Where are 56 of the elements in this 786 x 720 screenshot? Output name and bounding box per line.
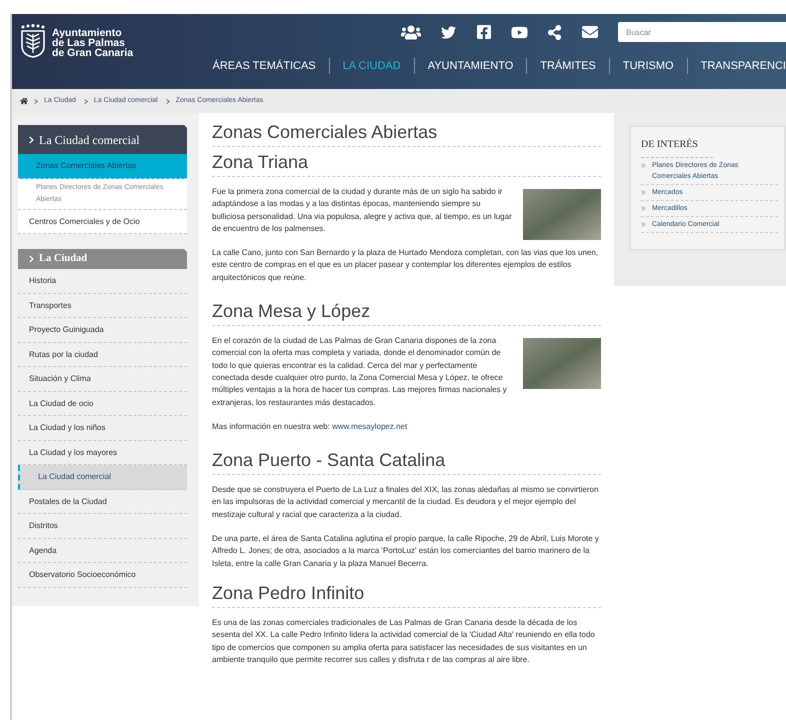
sidebar-heading-text: La Ciudad comercial	[39, 132, 140, 148]
chevron-icon	[166, 98, 170, 104]
nav-tab[interactable]: TURISMO	[622, 58, 674, 74]
body-paragraph: En el corazón de la ciudad de Las Palmas de Gran Canaria dispones de la zona comercial con la oferta mas completa y variada, donde el denominador común de todo lo que quieras encontrar es la calidad. Cerca del mar y perfectamente conectada desde cualquier otro punto, la Zona Comercial Mesa y López, te ofrece múltiples ventajas a la hora de hacer tus compras. Las mejores firmas nacionales y extranjeras, los restaurantes más destacados.	[212, 335, 508, 409]
body-paragraph: Es una de las zonas comerciales tradicionales de Las Palmas de Gran Canaria desde la década de los sesenta del XX. La calle Pedro Infinito lidera la actividad comercial de la 'Ciudad Alta' reuniendo en ella todo tipo de comercios que componen su amplia oferta para satisfacer las necesidades de sus visitantes en un ambiente tranquilo que permite recorrer sus calles y disfruta r de las compras al aire libre.	[212, 616, 596, 666]
double-chevron-icon	[641, 190, 646, 195]
sidebar-item[interactable]: Zonas Comerciales Abiertas	[18, 154, 187, 178]
sidebar-item[interactable]: Proyecto Guiniguada	[18, 318, 187, 342]
panel-heading: DE INTERÉS	[641, 137, 713, 158]
bird-icon[interactable]	[440, 24, 457, 40]
home-icon[interactable]	[20, 97, 28, 105]
mail-icon[interactable]	[581, 24, 599, 40]
body-paragraph: La calle Cano, junto con San Bernardo y la plaza de Hurtado Mendoza completan, con las vias que los unen, este centro de compras en el que es un placer pasear y contemplar los diferentes ejemplos de estilos arquitectónicos que reúne.	[212, 247, 600, 284]
double-chevron-icon	[641, 163, 646, 168]
nav-tab[interactable]: AYUNTAMIENTO	[428, 58, 514, 74]
sidebar-item[interactable]: Distritos	[18, 514, 187, 538]
body-paragraph: De una parte, el área de Santa Catalina aglutina el propio parque, la calle Ripoche, 29 de Abril, Luis Morote y Alfredo L. Jones; de otra, asociados a la marca 'PortoLuz' están los comerciantes del barrio marinero de la Isleta, entre la calle Gran Canaria y la plaza Manuel Becerra.	[212, 533, 600, 570]
sidebar-item[interactable]: Transportes	[18, 294, 187, 318]
people-icon[interactable]	[401, 24, 421, 40]
logo-text: de Gran Canaria	[52, 48, 134, 58]
website-link[interactable]: www.mesaylopez.net	[332, 422, 408, 431]
sidebar-item[interactable]: Situación y Clima	[18, 367, 187, 392]
shield-logo-icon	[20, 24, 46, 58]
logo-text: Ayuntamiento	[52, 28, 122, 38]
sidebar-item[interactable]: Centros Comerciales y de Ocio	[18, 210, 187, 234]
body-paragraph: Fue la primera zona comercial de la ciudad y durante más de un siglo ha sabido ir adaptándose a las modas y a las distintas épocas, manteniendo siempre su bulliciosa personalidad. Una via populosa, alegre y activa que, al tiempo, es un lugar de encuentro de los palmenses.	[212, 186, 513, 235]
double-chevron-icon	[641, 222, 646, 227]
chevron-icon	[28, 136, 35, 144]
nav-tab[interactable]: TRÁMITES	[540, 58, 596, 74]
sidebar-item[interactable]: Historia	[18, 269, 187, 294]
section-heading: Zona Mesa y López	[212, 300, 601, 326]
page-title: Zonas Comerciales Abiertas	[212, 121, 601, 147]
nav-tab[interactable]: TRANSPARENCI	[700, 58, 786, 74]
sidebar-heading-text: La Ciudad	[39, 252, 88, 266]
section-heading: Zona Pedro Infinito	[212, 582, 601, 608]
logo-text: de Las Palmas	[52, 38, 125, 48]
double-chevron-icon	[641, 206, 646, 211]
sidebar-item[interactable]: Observatorio Socioeconómico	[18, 563, 187, 588]
section-heading: Zona Triana	[212, 151, 601, 177]
body-paragraph: Desde que se construyera el Puerto de La Luz a finales del XIX, las zonas aledañas al mismo se convirtieron en las impulsoras de la actividad comercial y mercantil de la ciudad. Es deudora y el mejor ejemplo del mestizaje cultural y racial que caracteriza a la ciudad.	[212, 484, 600, 521]
sidebar-item[interactable]: Agenda	[18, 538, 187, 563]
sidebar-item[interactable]: La Ciudad comercial	[18, 465, 187, 490]
sidebar-item[interactable]: La Ciudad y los niños	[18, 416, 187, 440]
section-heading: Zona Puerto - Santa Catalina	[212, 449, 601, 476]
facebook-icon[interactable]	[476, 24, 492, 40]
sidebar-item[interactable]: Postales de la Ciudad	[18, 490, 187, 514]
chevron-icon	[28, 255, 35, 263]
nav-tab[interactable]: ÁREAS TEMÁTICAS	[212, 58, 316, 74]
body-paragraph: Mas información en nuestra web: www.mesaylopez.net	[212, 420, 408, 433]
sidebar-item[interactable]: La Ciudad de ocio	[18, 392, 187, 416]
chevron-icon	[34, 98, 38, 104]
share-icon[interactable]	[547, 24, 562, 40]
search-field[interactable]: Buscar	[618, 22, 786, 42]
chevron-icon	[84, 98, 88, 104]
sidebar-item[interactable]: Rutas por la ciudad	[18, 342, 187, 367]
nav-tab[interactable]: LA CIUDAD	[342, 58, 401, 74]
